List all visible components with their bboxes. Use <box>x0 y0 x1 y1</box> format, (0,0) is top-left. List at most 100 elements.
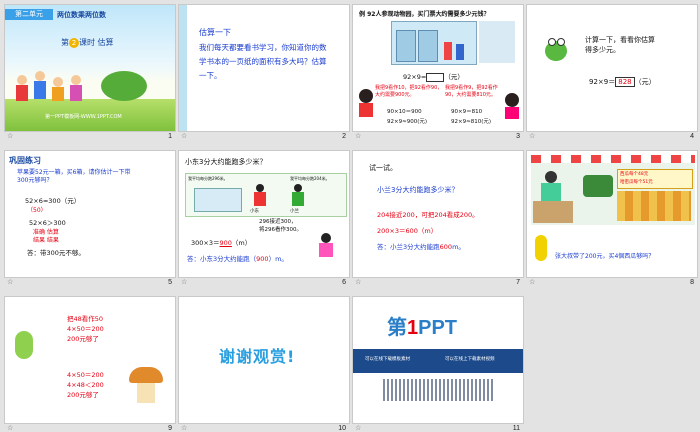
kid-body <box>70 85 82 101</box>
slide-number: 2 <box>342 133 346 140</box>
slide-thumbnail-5[interactable]: 巩固练习 苹果要52元一箱，买6箱，请你估计一下带300元够吗？ 52×6≈30… <box>4 150 176 286</box>
slide-number: 4 <box>690 133 694 140</box>
slide-4-canvas: 计算一下，看看你估算得多少元。 92×9＝ 828 （元） <box>526 4 698 132</box>
slide-number: 6 <box>342 279 346 286</box>
practice-heading: 巩固练习 <box>9 156 41 165</box>
slide-thumbnail-8[interactable]: 西瓜每个48元 哈密瓜每个51元 张大叔带了200元，买4個西瓜够吗？ ☆ 8 <box>526 150 698 286</box>
practice-line-1: 52×6≈300（元） <box>25 197 81 205</box>
name-xiaodong: 小东 <box>250 209 259 214</box>
answer-value: 828 <box>615 77 635 87</box>
star-icon: ☆ <box>181 424 188 432</box>
slide-8-canvas: 西瓜每个48元 哈密瓜每个51元 张大叔带了200元，买4個西瓜够吗？ <box>526 150 698 278</box>
lesson-label: 第 2 课时 估算 <box>61 38 114 48</box>
name-xiaolan: 小兰 <box>290 209 299 214</box>
star-icon: ☆ <box>355 278 362 286</box>
slide-9-line-1: 把48看作50 <box>67 315 104 323</box>
corn-mascot <box>535 235 547 261</box>
star-icon: ☆ <box>355 132 362 140</box>
practice-answer: 答：带300元不够。 <box>27 249 85 257</box>
slide-number: 7 <box>516 279 520 286</box>
slide-thumbnail-11[interactable]: 第1PPT 可以在线下载模板素材 可以在线上下载素材视频 ☆ 11 <box>352 296 524 432</box>
slide-3-canvas: 例 92人参观动物园，买门票大约需要多少元钱？ 92×9= （元） 我把9看作10… <box>352 4 524 132</box>
slide-thumbnail-3[interactable]: 例 92人参观动物园，买门票大约需要多少元钱？ 92×9= （元） 我把9看作10… <box>352 4 524 140</box>
slide-7-line-2: 200×3＝600（m） <box>377 227 438 235</box>
calc-left-2: 92×9≈900(元) <box>387 119 428 125</box>
kid-body <box>16 85 28 101</box>
answer-box <box>426 72 445 82</box>
star-icon: ☆ <box>181 132 188 140</box>
slide-thumbnail-1[interactable]: 第二单元 两位数乘两位数 第 2 课时 估算 第一PPT模板网-WWW.1PPT.C… <box>4 4 176 140</box>
practice-question: 苹果要52元一箱，买6箱，请你估计一下带300元够吗？ <box>17 169 131 184</box>
girl-avatar <box>505 93 519 107</box>
kid-head <box>53 77 63 87</box>
slide-2-canvas: 估算一下 我们每天都要看书学习，你知道你的数学书本的一页纸的面积有多大吗？估算一… <box>178 4 350 132</box>
mushroom-mascot <box>129 367 163 383</box>
tree <box>101 71 147 101</box>
slide-6-answer: 答：小东3分大约能跑（900）m。 <box>187 255 288 263</box>
slide-8-question: 张大叔带了200元，买4個西瓜够吗？ <box>555 253 655 260</box>
slide-thumbnail-4[interactable]: 计算一下，看看你估算得多少元。 92×9＝ 828 （元） ☆ 4 <box>526 4 698 140</box>
slide-11-canvas: 第1PPT 可以在线下载模板素材 可以在线上下载素材视频 <box>352 296 524 424</box>
kid-head <box>71 75 81 85</box>
watermelon-pile <box>583 175 613 197</box>
slide-number: 11 <box>512 425 520 432</box>
practice-tags-2: 结果 结果 <box>33 237 59 244</box>
thanks-text: 谢谢观赏! <box>219 347 296 366</box>
slide-6-calc: 300×3＝900（m） <box>191 239 252 247</box>
zoo-scene <box>479 21 515 63</box>
slide-4-prompt: 计算一下，看看你估算得多少元。 <box>585 36 655 54</box>
slide-2-heading: 估算一下 <box>199 28 231 37</box>
note-1: 296接近300， <box>259 219 297 225</box>
frog-icon <box>545 38 567 61</box>
slide-7-canvas: 试一试。 小兰3分大约能跑多少米？ 204接近200，可把204看成200。 2… <box>352 150 524 278</box>
kid-body <box>34 81 46 99</box>
cabbage-mascot <box>15 331 33 359</box>
practice-line-3: 52×6＞300 <box>29 219 66 227</box>
kid-body <box>52 87 64 101</box>
slide-thumbnail-10[interactable]: 谢谢观赏! ☆ 10 <box>178 296 350 432</box>
slide-7-question: 小兰3分大约能跑多少米？ <box>377 186 459 194</box>
girl-figure <box>321 233 331 243</box>
slide-5-canvas: 巩固练习 苹果要52元一箱，买6箱，请你估计一下带300元够吗？ 52×6≈30… <box>4 150 176 278</box>
slide-thumbnail-6[interactable]: 小东3分大约能跑多少米？ 我平均每分跑296米。 我平均每分跑204米。 小东 … <box>178 150 350 286</box>
lesson-title: 两位数乘两位数 <box>57 11 106 19</box>
speech-left: 我把9看作10，把92看作90，大约需要900元。 <box>375 85 443 98</box>
slide-number: 9 <box>168 425 172 432</box>
slide-7-line-1: 204接近200，可把204看成200。 <box>377 211 479 219</box>
zoo-gate-image <box>391 21 477 65</box>
star-icon: ☆ <box>7 132 14 140</box>
slide-6-question: 小东3分大约能跑多少米？ <box>185 158 267 166</box>
calc-right-1: 90×9＝810 <box>451 109 483 115</box>
slide-number: 10 <box>338 425 346 432</box>
kid-head <box>35 71 45 81</box>
slide-10-canvas: 谢谢观赏! <box>178 296 350 424</box>
slide-2-body: 我们每天都要看书学习，你知道你的数学书本的一页纸的面积有多大吗？估算一下。 <box>199 43 327 80</box>
calc-right-2: 92×9≈810(元) <box>451 119 492 125</box>
example-question: 例 92人参观动物园，买门票大约需要多少元钱？ <box>359 11 490 18</box>
star-icon: ☆ <box>181 278 188 286</box>
fruit-stall: 西瓜每个48元 哈密瓜每个51元 <box>531 155 695 225</box>
star-icon: ☆ <box>7 424 14 432</box>
slide-thumbnail-7[interactable]: 试一试。 小兰3分大约能跑多少米？ 204接近200，可把204看成200。 2… <box>352 150 524 286</box>
slide-9-line-6: 200元够了 <box>67 391 99 399</box>
slide-9-line-2: 4×50＝200 <box>67 325 104 333</box>
slide-thumbnail-2[interactable]: 估算一下 我们每天都要看书学习，你知道你的数学书本的一页纸的面积有多大吗？估算一… <box>178 4 350 140</box>
slide-7-answer: 答：小兰3分大约能跑600m。 <box>377 243 465 251</box>
formula: 92×9= （元） <box>403 72 464 82</box>
star-icon: ☆ <box>529 278 536 286</box>
slide-9-canvas: 把48看作50 4×50＝200 200元够了 4×50＝200 4×48＜20… <box>4 296 176 424</box>
qr-links <box>383 379 495 401</box>
star-icon: ☆ <box>529 132 536 140</box>
ppt-logo: 第1PPT <box>387 317 458 339</box>
footer-text: 第一PPT模板网-WWW.1PPT.COM <box>45 114 122 120</box>
slide-9-line-5: 4×48＜200 <box>67 381 104 389</box>
slide-number: 3 <box>516 133 520 140</box>
star-icon: ☆ <box>355 424 362 432</box>
slide-thumbnail-9[interactable]: 把48看作50 4×50＝200 200元够了 4×50＝200 4×48＜20… <box>4 296 176 432</box>
slide-number: 5 <box>168 279 172 286</box>
slide-1-canvas: 第二单元 两位数乘两位数 第 2 课时 估算 第一PPT模板网-WWW.1PPT.C… <box>4 4 176 132</box>
slide-number: 8 <box>690 279 694 286</box>
speech-right: 我把9看作9，把92看作90，大约需要810元。 <box>445 85 498 98</box>
try-heading: 试一试。 <box>369 164 397 172</box>
slide-number: 1 <box>168 133 172 140</box>
